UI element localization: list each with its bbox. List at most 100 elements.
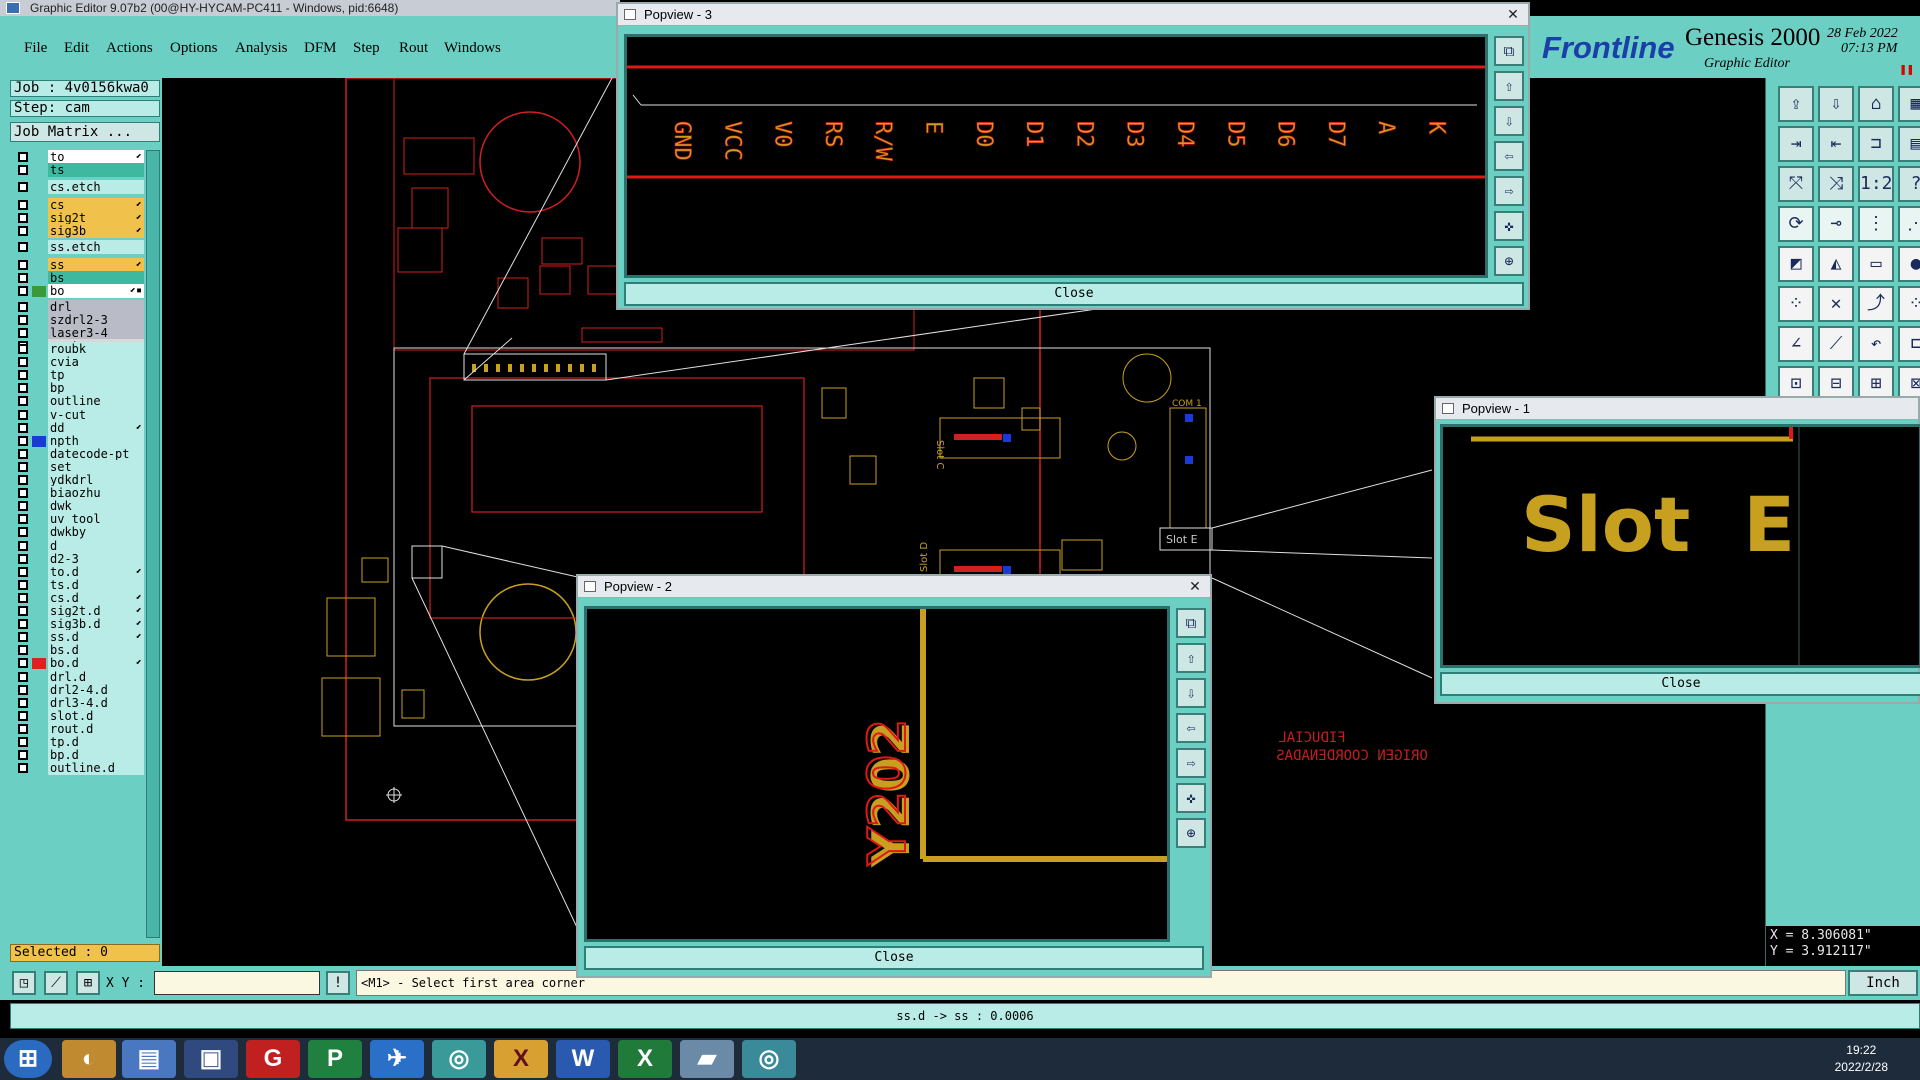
layer-edit-icon[interactable]: ⬋ bbox=[136, 150, 142, 164]
layer-row[interactable]: drl bbox=[14, 300, 144, 314]
layer-name[interactable]: dd ⬋ bbox=[48, 420, 144, 435]
layer-row[interactable]: npth bbox=[14, 433, 144, 448]
layer-name[interactable]: dwkby bbox=[48, 525, 144, 540]
layer-checkbox[interactable] bbox=[18, 344, 28, 354]
layer-row[interactable]: cs ⬋ bbox=[14, 198, 144, 212]
layer-checkbox[interactable] bbox=[18, 152, 28, 162]
taskbar-word-icon[interactable]: W bbox=[556, 1040, 610, 1078]
start-button[interactable]: ⊞ bbox=[4, 1040, 52, 1078]
taskbar-notepad-icon[interactable]: ▤ bbox=[122, 1040, 176, 1078]
layer-row[interactable]: tp.d bbox=[14, 735, 144, 749]
line-icon[interactable]: ⟋ bbox=[1818, 326, 1854, 362]
layer-row[interactable]: sig3b.d ⬋ bbox=[14, 617, 144, 632]
save-icon[interactable]: ⇩ bbox=[1818, 86, 1854, 122]
zoom-out-icon[interactable]: ⊕ bbox=[1494, 246, 1524, 276]
menu-windows[interactable]: Windows bbox=[444, 40, 501, 57]
layer-name[interactable]: sig2t ⬋ bbox=[48, 211, 144, 226]
help-icon[interactable]: ? bbox=[1898, 166, 1920, 202]
layer-checkbox[interactable] bbox=[18, 226, 28, 237]
close-icon[interactable]: ✕ bbox=[1180, 576, 1210, 597]
layer-checkbox[interactable] bbox=[18, 697, 28, 708]
layer-edit-icon[interactable]: ⬋▪ bbox=[130, 284, 142, 298]
expand-icon[interactable]: ⤧ bbox=[1778, 166, 1814, 202]
grid-icon[interactable]: ⊞ bbox=[76, 971, 100, 995]
layer-row[interactable]: outline.d bbox=[14, 761, 144, 776]
pan-right-icon[interactable]: ⇨ bbox=[1176, 748, 1206, 778]
layer-name[interactable]: laser3-4 bbox=[48, 326, 144, 341]
layer-row[interactable]: drl3-4.d bbox=[14, 695, 144, 710]
layer-checkbox[interactable] bbox=[18, 514, 28, 525]
menu-step[interactable]: Step bbox=[353, 40, 380, 57]
layer-edit-icon[interactable]: ⬋ bbox=[136, 211, 142, 225]
popview-1-view[interactable]: Slot E bbox=[1440, 424, 1920, 668]
layer-checkbox[interactable] bbox=[18, 448, 28, 459]
layer-checkbox[interactable] bbox=[18, 684, 28, 695]
layer-name[interactable]: tp.d bbox=[48, 735, 144, 749]
layer-edit-icon[interactable]: ⬋ bbox=[136, 258, 142, 272]
layer-row[interactable]: slot.d bbox=[14, 708, 144, 723]
popview-3-close-button[interactable]: Close bbox=[624, 282, 1524, 306]
layer-checkbox[interactable] bbox=[18, 409, 28, 420]
layer-edit-icon[interactable]: ⬋ bbox=[136, 591, 142, 605]
layer-row[interactable]: bo.d ⬋ bbox=[14, 656, 144, 671]
layer-name[interactable]: bo.d ⬋ bbox=[48, 656, 144, 671]
layer-checkbox[interactable] bbox=[18, 763, 28, 774]
layer-name[interactable]: bo ⬋▪ bbox=[48, 284, 144, 299]
layer-checkbox[interactable] bbox=[18, 200, 28, 210]
xy-input[interactable] bbox=[154, 971, 320, 995]
zoom-fit-icon[interactable]: ⧉ bbox=[1176, 608, 1206, 638]
layer-checkbox[interactable] bbox=[18, 671, 28, 682]
layer-name[interactable]: set bbox=[48, 459, 144, 474]
layer-checkbox[interactable] bbox=[18, 592, 28, 603]
layer-row[interactable]: roubk bbox=[14, 342, 144, 356]
layer-name[interactable]: drl.d bbox=[48, 669, 144, 684]
layer-name[interactable]: ss.etch bbox=[48, 240, 144, 254]
taskbar-shell-icon[interactable]: ◐ bbox=[62, 1040, 116, 1078]
ruler-icon[interactable]: ▭ bbox=[1858, 246, 1894, 282]
zoom-fit-icon[interactable]: ⧉ bbox=[1494, 36, 1524, 66]
load-icon[interactable]: ⇪ bbox=[1778, 86, 1814, 122]
close-icon[interactable]: ✕ bbox=[1498, 4, 1528, 25]
layer-name[interactable]: biaozhu bbox=[48, 486, 144, 501]
layer-row[interactable]: set bbox=[14, 459, 144, 474]
probe-icon[interactable]: ⊸ bbox=[1818, 206, 1854, 242]
layer-list-scrollbar[interactable] bbox=[146, 150, 160, 938]
layer-name[interactable]: datecode-pt bbox=[48, 446, 144, 461]
layer-row[interactable]: bs bbox=[14, 271, 144, 286]
layer-checkbox[interactable] bbox=[18, 242, 28, 252]
layer-name[interactable]: npth bbox=[48, 433, 144, 448]
layer-name[interactable]: cvia bbox=[48, 355, 144, 370]
pan-down-icon[interactable]: ⇩ bbox=[1494, 106, 1524, 136]
layer-row[interactable]: to.d ⬋ bbox=[14, 564, 144, 579]
layer-checkbox[interactable] bbox=[18, 566, 28, 577]
layer-name[interactable]: cs ⬋ bbox=[48, 198, 144, 212]
pan-up-icon[interactable]: ⇧ bbox=[1494, 71, 1524, 101]
layer-row[interactable]: dwk bbox=[14, 499, 144, 514]
layer-checkbox[interactable] bbox=[18, 435, 28, 446]
job-matrix-button[interactable]: Job Matrix ... bbox=[10, 122, 160, 142]
layer-checkbox[interactable] bbox=[18, 619, 28, 630]
layer-checkbox[interactable] bbox=[18, 182, 28, 192]
layer-name[interactable]: to.d ⬋ bbox=[48, 564, 144, 579]
menu-actions[interactable]: Actions bbox=[106, 40, 153, 57]
pan-left-icon[interactable]: ⇦ bbox=[1176, 713, 1206, 743]
layer-edit-icon[interactable]: ⬋ bbox=[136, 565, 142, 579]
layer-name[interactable]: ydkdrl bbox=[48, 473, 144, 487]
layer-edit-icon[interactable]: ⬋ bbox=[136, 617, 142, 631]
layer-checkbox[interactable] bbox=[18, 396, 28, 407]
layer-row[interactable]: ss ⬋ bbox=[14, 258, 144, 272]
layer-name[interactable]: ts.d bbox=[48, 577, 144, 592]
taskbar-save-icon[interactable]: ▣ bbox=[184, 1040, 238, 1078]
layer-checkbox[interactable] bbox=[18, 286, 28, 297]
taskbar-folder-icon[interactable]: ▰ bbox=[680, 1040, 734, 1078]
layer-name[interactable]: drl bbox=[48, 300, 144, 314]
layer-name[interactable]: roubk bbox=[48, 342, 144, 356]
layer-name[interactable]: ss ⬋ bbox=[48, 258, 144, 272]
popview-3-view[interactable]: GND VCC V0 RS R/W E D0 D1 D2 D3 D4 D5 D6 D7 A K bbox=[624, 34, 1488, 278]
pan-right-icon[interactable]: ⇨ bbox=[1494, 176, 1524, 206]
layer-checkbox[interactable] bbox=[18, 579, 28, 590]
layer-checkbox[interactable] bbox=[18, 213, 28, 224]
layer-edit-icon[interactable]: ⬋ bbox=[136, 224, 142, 238]
layer-checkbox[interactable] bbox=[18, 501, 28, 512]
layer-row[interactable]: datecode-pt bbox=[14, 446, 144, 461]
